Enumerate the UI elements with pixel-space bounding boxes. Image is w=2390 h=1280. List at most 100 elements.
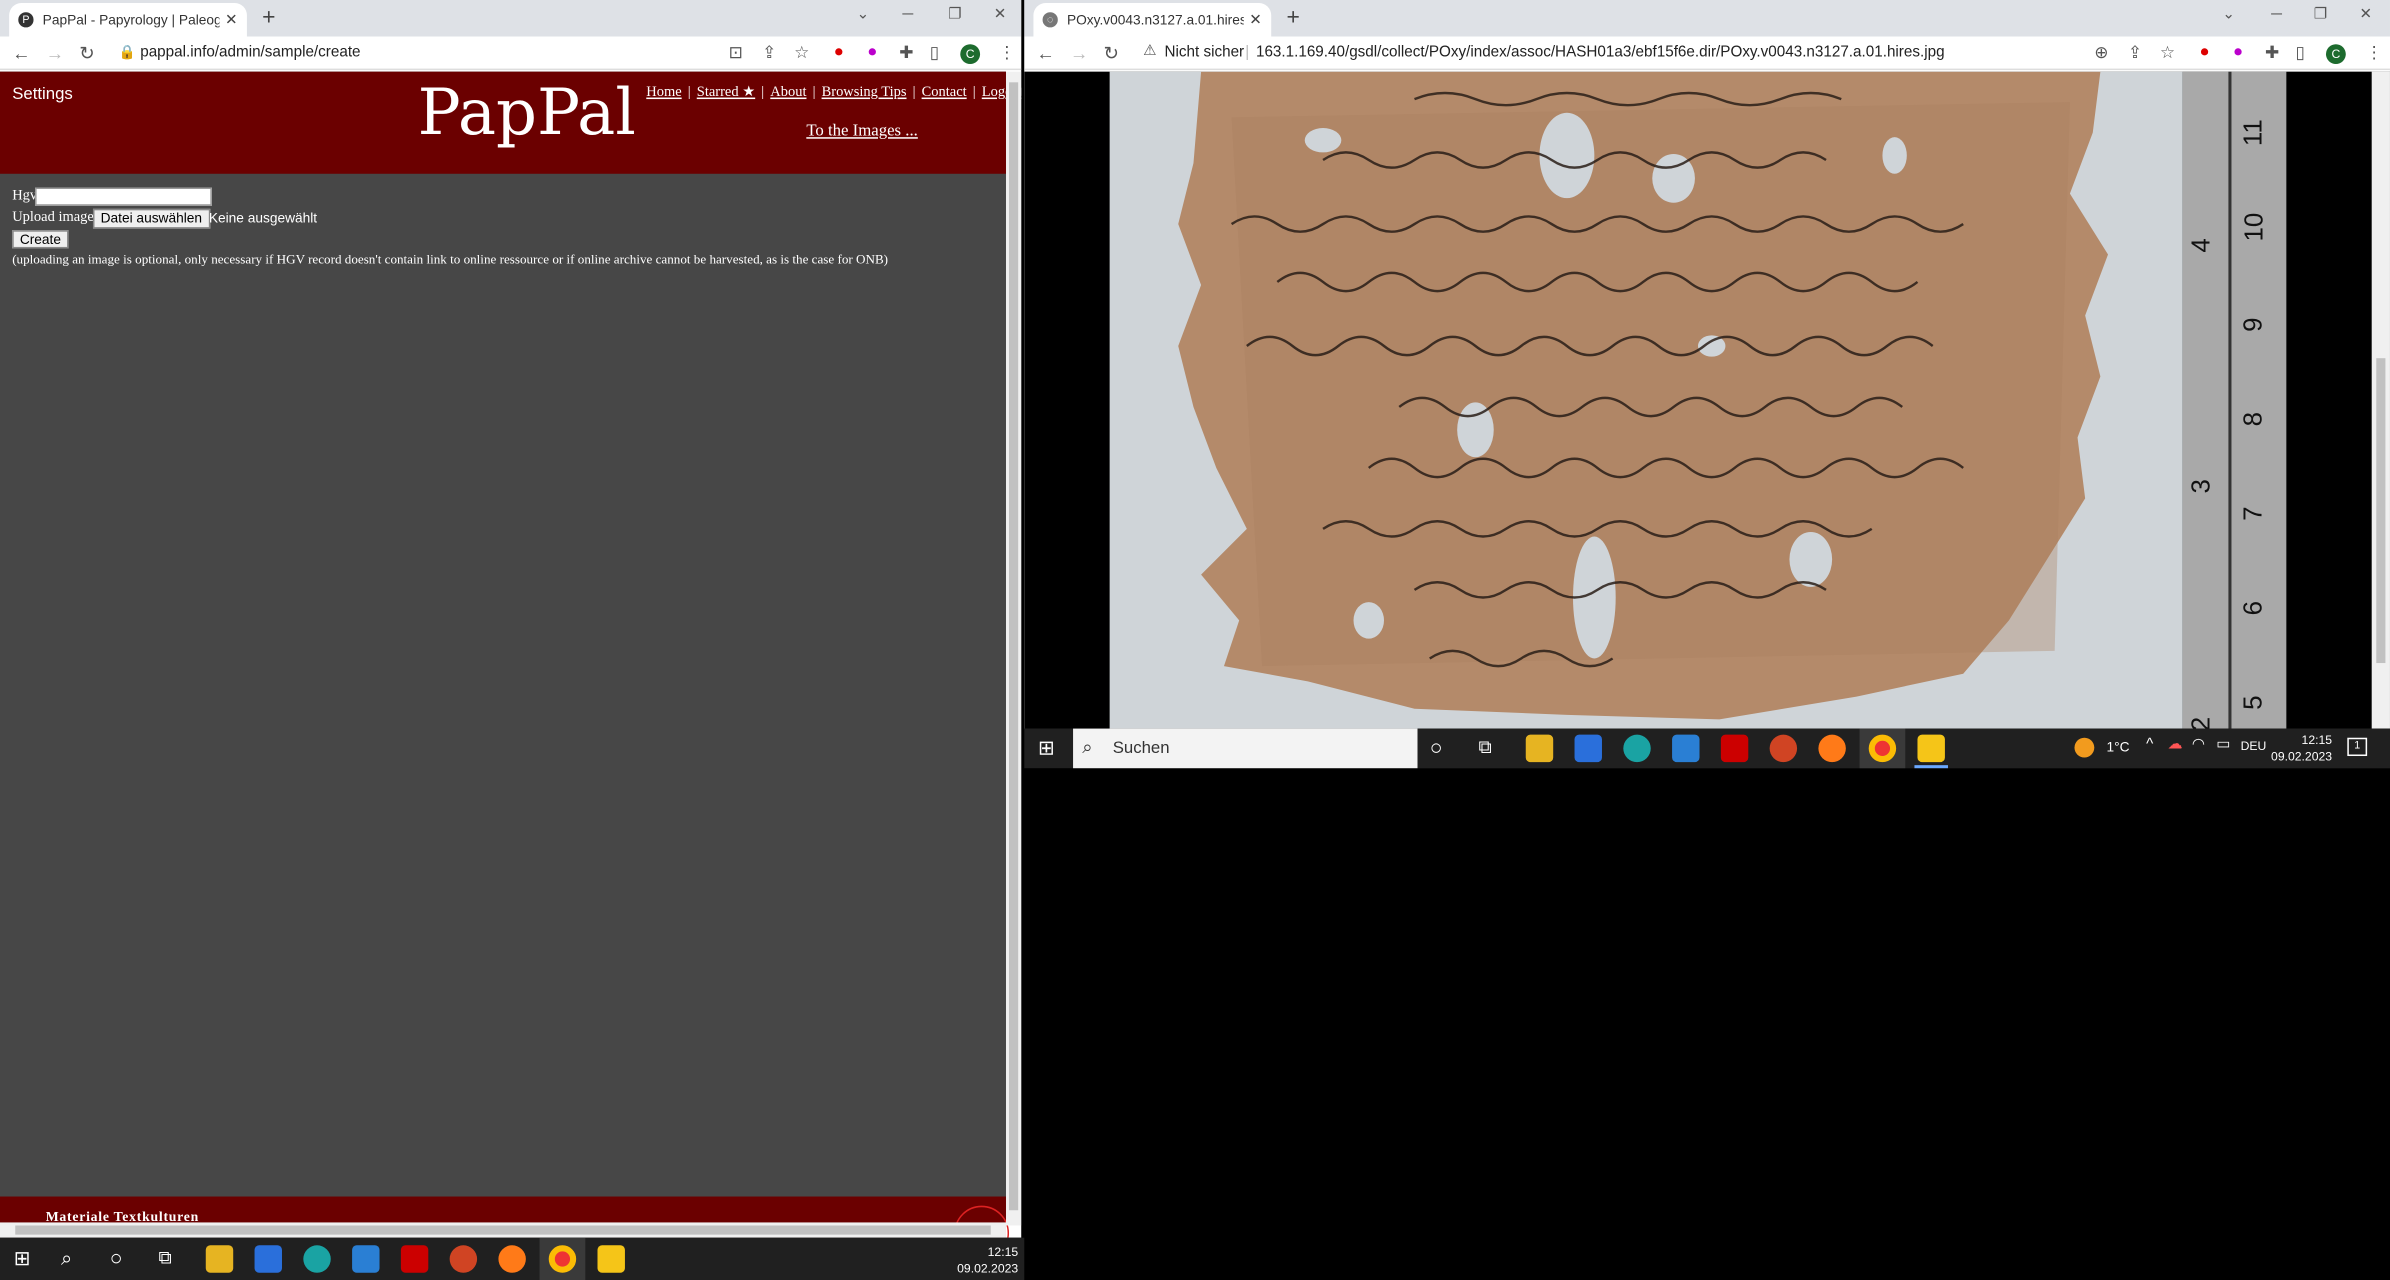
close-tab-icon[interactable]: ✕ [225,11,238,28]
pappal-logo[interactable]: PapPal [418,75,636,150]
forward-icon[interactable]: → [1070,43,1088,64]
extensions-puzzle-icon[interactable]: ✚ [899,43,913,62]
ruler-number: 11 [2238,119,2268,147]
store-icon[interactable] [254,1245,282,1273]
sidepanel-icon[interactable]: ▯ [930,43,939,62]
new-tab-icon[interactable]: + [1286,5,1299,31]
ruler-number: 7 [2238,506,2268,521]
menu-about[interactable]: About [770,85,806,100]
language-indicator[interactable]: DEU [2241,739,2267,753]
restore-icon[interactable]: ❐ [948,6,962,23]
right-url-field[interactable]: 163.1.169.40/gsdl/collect/POxy/index/ass… [1256,44,1945,61]
task-view-icon[interactable]: ⧉ [1479,736,1492,759]
restore-icon[interactable]: ❐ [2314,6,2328,23]
tab-search-chevron-icon[interactable]: ⌄ [2222,6,2235,23]
mail-icon[interactable] [1672,734,1700,763]
sidepanel-icon[interactable]: ▯ [2295,43,2304,62]
menu-starred[interactable]: Starred ★ [697,85,755,100]
extension-red-icon[interactable]: ● [2199,43,2209,61]
chrome-icon[interactable] [1868,734,1897,763]
powerpoint-icon[interactable] [1769,734,1798,763]
menu-home[interactable]: Home [646,85,681,100]
hgv-input[interactable] [35,187,212,206]
cortana-icon[interactable]: ○ [110,1245,123,1269]
edge-icon[interactable] [1623,734,1651,763]
notification-icon[interactable]: 1 [2347,737,2368,757]
menu-browsing-tips[interactable]: Browsing Tips [822,85,907,100]
extensions-puzzle-icon[interactable]: ✚ [2265,43,2279,62]
file-explorer-icon[interactable] [205,1245,234,1273]
onedrive-icon[interactable]: ☁ [2167,736,2182,753]
weather-sun-icon[interactable] [2074,737,2095,758]
ruler-number: 6 [2238,600,2268,616]
forward-icon[interactable]: → [46,43,64,64]
left-vertical-scroll-thumb[interactable] [1009,82,1019,1211]
profile-avatar[interactable]: C [960,44,981,65]
battery-icon[interactable]: ▭ [2216,736,2230,753]
warning-icon[interactable]: ⚠ [1143,43,1157,60]
firefox-icon[interactable] [1818,734,1846,763]
share-icon[interactable]: ⇪ [2128,43,2142,62]
back-icon[interactable]: ← [12,43,30,64]
not-secure-label[interactable]: Nicht sicher [1165,44,1245,61]
weather-temperature[interactable]: 1°C [2106,739,2129,754]
acrobat-icon[interactable] [400,1245,429,1273]
tab-search-chevron-icon[interactable]: ⌄ [857,6,870,23]
taskbar-search-box[interactable]: ⌕ Suchen [1073,728,1418,769]
new-tab-icon[interactable]: + [262,5,275,31]
menu-contact[interactable]: Contact [922,85,967,100]
reload-icon[interactable]: ↻ [1104,43,1119,64]
back-icon[interactable]: ← [1036,43,1054,64]
left-url-field[interactable]: pappal.info/admin/sample/create [140,44,360,61]
to-images-link[interactable]: To the Images ... [806,122,918,140]
lock-icon: 🔒 [118,44,136,60]
sticky-app-icon[interactable] [597,1245,625,1273]
left-tab-pappal[interactable]: P PapPal - Papyrology | Paleograph ✕ [9,3,247,37]
choose-file-button[interactable]: Datei auswählen [92,208,210,229]
right-clock[interactable]: 12:15 09.02.2023 [2268,732,2332,766]
bookmark-star-icon[interactable]: ☆ [794,43,809,62]
ruler-number: 8 [2238,411,2268,427]
left-horizontal-scroll-thumb[interactable] [15,1225,991,1235]
right-vertical-scroll-thumb[interactable] [2376,358,2386,664]
file-explorer-icon[interactable] [1525,734,1554,763]
profile-avatar[interactable]: C [2325,44,2346,65]
chrome-icon[interactable] [548,1245,577,1273]
windows-start-icon[interactable]: ⊞ [1038,736,1055,760]
right-tab-image[interactable]: ◌ POxy.v0043.n3127.a.01.hires.jpg ✕ [1033,3,1272,37]
window-close-icon[interactable]: ✕ [2360,6,2373,23]
cortana-icon[interactable]: ○ [1430,735,1443,759]
wifi-icon[interactable]: ◠ [2192,736,2205,753]
store-icon[interactable] [1574,734,1602,763]
extension-red-icon[interactable]: ● [834,43,844,61]
mail-icon[interactable] [352,1245,380,1273]
task-view-icon[interactable]: ⧉ [159,1247,172,1270]
window-close-icon[interactable]: ✕ [994,6,1007,23]
extension-purple-icon[interactable]: ● [2233,43,2243,61]
right-tab-strip: ◌ POxy.v0043.n3127.a.01.hires.jpg ✕ + ⌄ … [1024,0,2390,37]
share-icon[interactable]: ⇪ [762,43,776,62]
close-tab-icon[interactable]: ✕ [1249,11,1262,28]
left-clock[interactable]: 12:15 09.02.2023 [945,1244,1018,1278]
edge-icon[interactable] [303,1245,331,1273]
powerpoint-icon[interactable] [449,1245,478,1273]
menu-kebab-icon[interactable]: ⋮ [2366,43,2383,62]
extension-purple-icon[interactable]: ● [867,43,877,61]
firefox-icon[interactable] [498,1245,526,1273]
search-icon[interactable]: ⌕ [61,1247,72,1271]
settings-link[interactable]: Settings [12,85,73,103]
menu-kebab-icon[interactable]: ⋮ [998,43,1015,62]
papyrus-image[interactable] [1109,71,2183,729]
left-clock-date: 09.02.2023 [957,1262,1019,1276]
minimize-icon[interactable]: ─ [902,6,913,23]
windows-start-icon[interactable]: ⊞ [14,1247,31,1271]
acrobat-icon[interactable] [1720,734,1749,763]
bookmark-star-icon[interactable]: ☆ [2160,43,2175,62]
reload-icon[interactable]: ↻ [79,43,94,64]
tray-chevron-icon[interactable]: ^ [2146,736,2153,753]
sticky-app-icon[interactable] [1917,734,1945,763]
minimize-icon[interactable]: ─ [2271,6,2282,23]
translate-icon[interactable]: ⊡ [729,43,743,62]
zoom-icon[interactable]: ⊕ [2094,43,2108,62]
create-button[interactable]: Create [12,230,69,249]
